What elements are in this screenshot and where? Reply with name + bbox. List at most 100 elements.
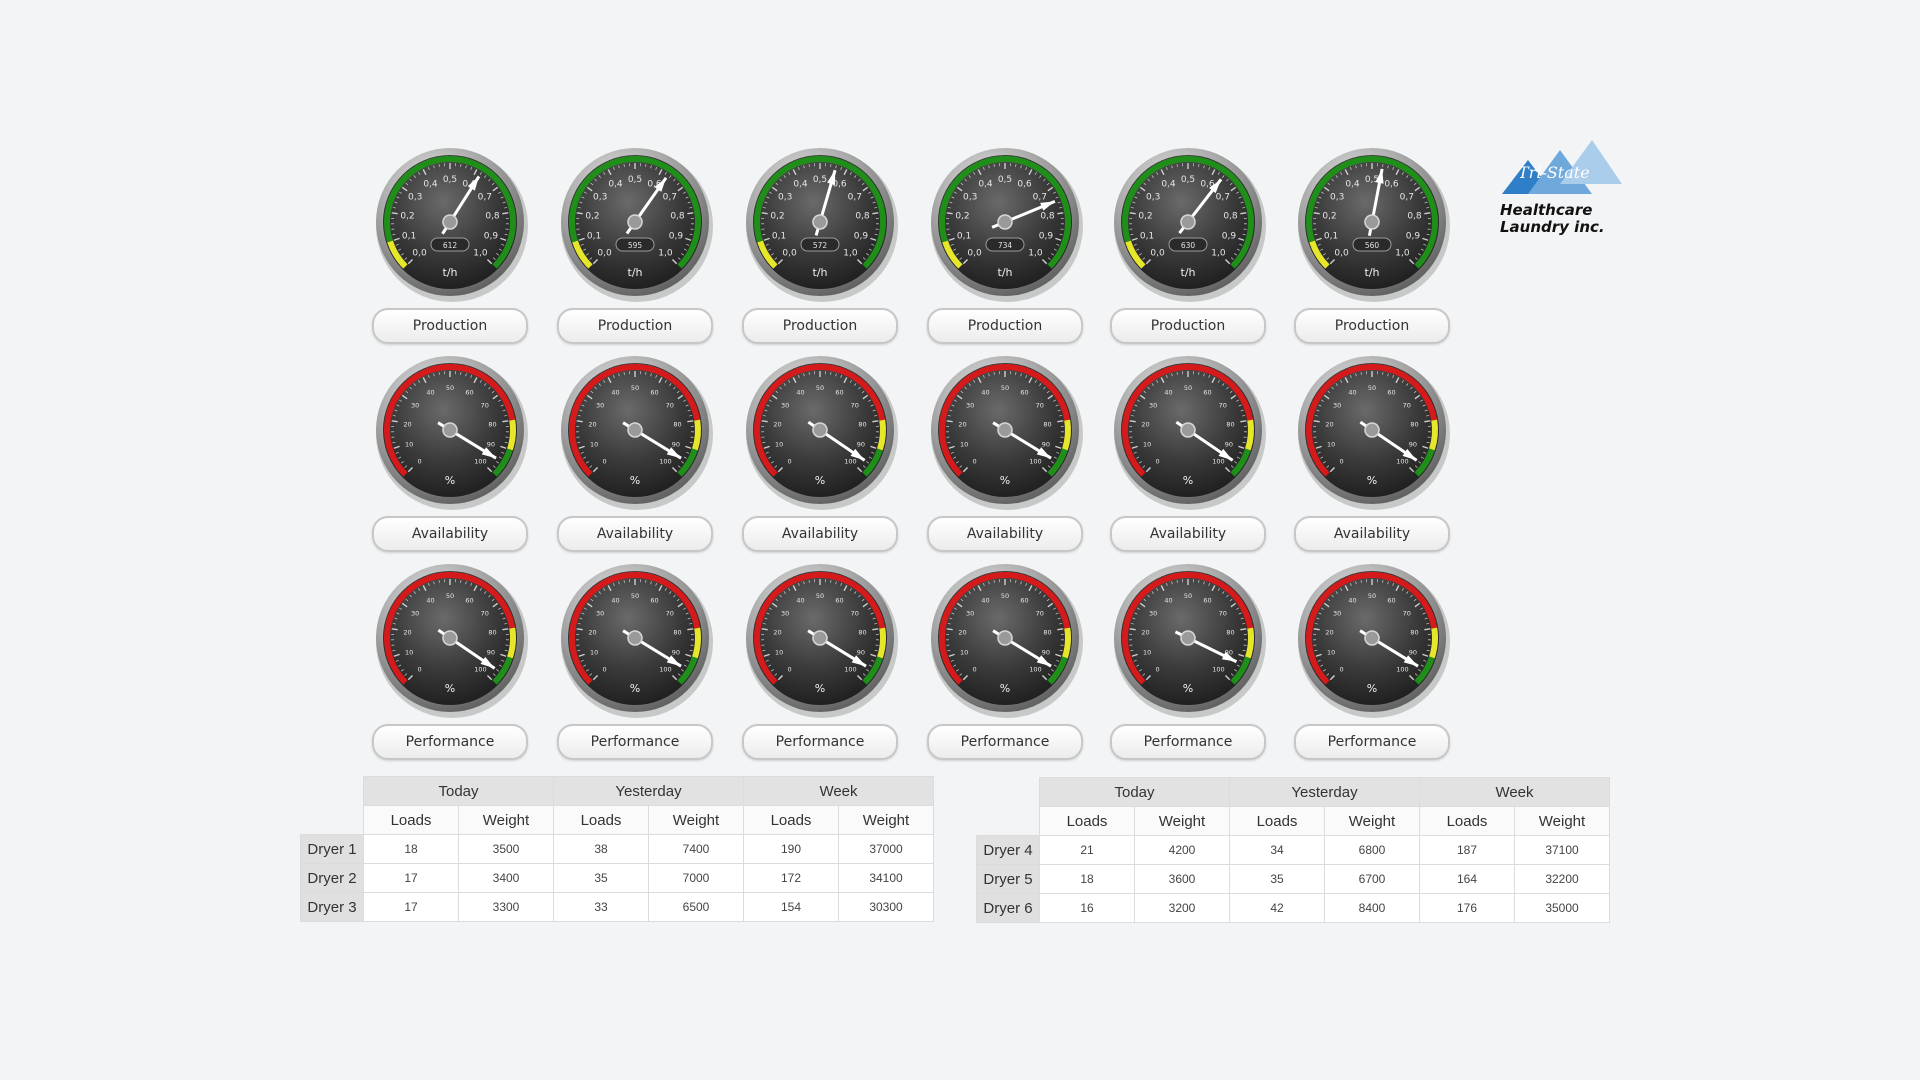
tick-mark	[872, 420, 879, 423]
production-gauge: 0,0 0,1 0,2 0,3 0,4 0,5 0,6 0,7 0,8 0,9 1,0 t/h 572 P…	[728, 140, 912, 344]
production-label-button[interactable]: Production	[927, 308, 1083, 344]
tick-label: 30	[1149, 402, 1157, 410]
table-cell: 190	[743, 834, 839, 864]
readout-value: 595	[628, 241, 643, 250]
production-label-button[interactable]: Production	[557, 308, 713, 344]
tick-label: 70	[1403, 402, 1411, 410]
tick-label: 100	[1029, 665, 1041, 673]
tick-label: 80	[858, 628, 866, 636]
performance-label-button[interactable]: Performance	[1110, 724, 1266, 760]
tick-label: 0,2	[955, 211, 969, 221]
table-cell: 3500	[458, 834, 554, 864]
availability-label-button[interactable]: Availability	[1294, 516, 1450, 552]
tick-label: 100	[474, 665, 486, 673]
tick-mark	[1129, 420, 1136, 423]
performance-label-button[interactable]: Performance	[557, 724, 713, 760]
tick-label: 0	[1340, 457, 1344, 465]
tick-label: 70	[1036, 402, 1044, 410]
performance-label-button[interactable]: Performance	[372, 724, 528, 760]
production-gauge: 0,0 0,1 0,2 0,3 0,4 0,5 0,6 0,7 0,8 0,9 1,0 t/h 560 P…	[1280, 140, 1464, 344]
needle-hub	[812, 214, 828, 230]
availability-label-button[interactable]: Availability	[557, 516, 713, 552]
table-cell: 164	[1419, 864, 1515, 894]
yellow-band	[507, 627, 516, 659]
gauge-unit: %	[1367, 682, 1377, 695]
tick-mark	[946, 212, 953, 215]
tick-label: 100	[1212, 457, 1224, 465]
tick-label: 0,4	[1345, 180, 1360, 190]
sub-header: Weight	[458, 805, 554, 835]
production-label-button[interactable]: Production	[372, 308, 528, 344]
table-cell: 17	[363, 863, 459, 893]
tick-label: 0,3	[778, 193, 792, 203]
tick-label: 20	[403, 628, 411, 636]
tick-label: 30	[1333, 610, 1341, 618]
tick-label: 0,5	[628, 175, 642, 185]
tick-label: 0,8	[1223, 211, 1238, 221]
table-cell: 34	[1229, 835, 1325, 865]
row-header: Dryer 4	[976, 835, 1040, 865]
production-label-button[interactable]: Production	[1110, 308, 1266, 344]
table-cell: 17	[363, 892, 459, 922]
tick-label: 40	[1348, 389, 1356, 397]
tick-mark	[872, 212, 879, 215]
tick-label: 40	[426, 389, 434, 397]
availability-label-button[interactable]: Availability	[927, 516, 1083, 552]
tick-label: 10	[590, 648, 598, 656]
tick-label: 0	[603, 457, 607, 465]
tick-label: 0,3	[408, 193, 422, 203]
tick-label: 1,0	[473, 248, 488, 258]
tick-label: 0,3	[593, 193, 607, 203]
performance-label-button[interactable]: Performance	[742, 724, 898, 760]
tick-label: 0	[973, 665, 977, 673]
tick-label: 0,6	[1384, 180, 1399, 190]
tick-label: 10	[960, 440, 968, 448]
availability-dial-icon: 0 10 20 30 40 50 60 70 80 90 100%	[1114, 356, 1266, 510]
needle-hub	[1364, 630, 1380, 646]
tick-label: 80	[673, 420, 681, 428]
tick-label: 100	[1396, 665, 1408, 673]
availability-label-button[interactable]: Availability	[1110, 516, 1266, 552]
tick-label: 0,4	[978, 180, 993, 190]
production-label-button[interactable]: Production	[742, 308, 898, 344]
tick-label: 0	[788, 665, 792, 673]
needle-hub	[442, 214, 458, 230]
performance-dial-icon: 0 10 20 30 40 50 60 70 80 90 100%	[561, 564, 713, 718]
tick-mark	[872, 628, 879, 631]
tick-label: 100	[844, 457, 856, 465]
production-label-button[interactable]: Production	[1294, 308, 1450, 344]
row-header: Dryer 1	[300, 834, 364, 864]
tick-label: 90	[487, 648, 495, 656]
tick-label: 0,8	[1040, 211, 1055, 221]
tick-label: 0,4	[608, 180, 623, 190]
readout-value: 560	[1365, 241, 1380, 250]
table-cell: 3600	[1134, 864, 1230, 894]
table-cell: 3200	[1134, 893, 1230, 923]
tick-label: 70	[1403, 610, 1411, 618]
availability-label-button[interactable]: Availability	[742, 516, 898, 552]
needle-hub	[812, 422, 828, 438]
tick-label: 0,7	[1216, 193, 1230, 203]
tick-label: 0,8	[485, 211, 500, 221]
availability-dial-icon: 0 10 20 30 40 50 60 70 80 90 100%	[376, 356, 528, 510]
performance-label-button[interactable]: Performance	[927, 724, 1083, 760]
tick-label: 0	[973, 457, 977, 465]
tick-label: 50	[446, 592, 454, 600]
tick-label: 20	[1325, 420, 1333, 428]
tick-label: 70	[1219, 402, 1227, 410]
tick-mark	[1129, 212, 1136, 215]
needle-hub	[627, 630, 643, 646]
table-cell: 16	[1039, 893, 1135, 923]
tick-label: 0,1	[772, 231, 786, 241]
table-cell: 6700	[1324, 864, 1420, 894]
tick-mark	[391, 420, 398, 423]
sub-header: Weight	[1324, 806, 1420, 836]
needle-hub	[812, 630, 828, 646]
group-header: Today	[1039, 777, 1230, 807]
performance-label-button[interactable]: Performance	[1294, 724, 1450, 760]
availability-dial-icon: 0 10 20 30 40 50 60 70 80 90 100%	[746, 356, 898, 510]
availability-label-button[interactable]: Availability	[372, 516, 528, 552]
tick-label: 1,0	[658, 248, 673, 258]
table-cell: 30300	[838, 892, 934, 922]
sub-header: Weight	[1514, 806, 1610, 836]
